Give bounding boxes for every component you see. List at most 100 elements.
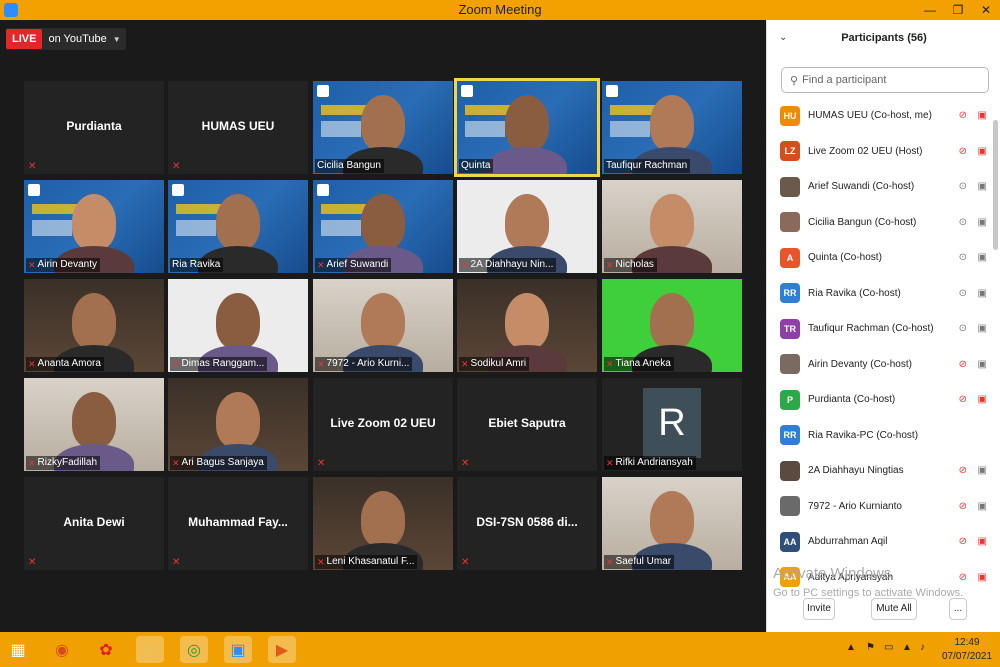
- firefox-icon[interactable]: ◉: [48, 636, 76, 663]
- video-tile[interactable]: ✕ Nicholas: [602, 180, 742, 273]
- mic-muted-icon[interactable]: ⊘: [959, 536, 967, 547]
- zoom-icon[interactable]: ▣: [224, 636, 252, 663]
- close-button[interactable]: ✕: [972, 0, 1000, 20]
- camera-icon[interactable]: ▣: [978, 252, 987, 263]
- camera-icon[interactable]: ▣: [978, 323, 987, 334]
- video-tile[interactable]: ✕ 2A Diahhayu Nin...: [457, 180, 597, 273]
- tile-name: RizkyFadillah: [37, 457, 98, 468]
- more-options-button[interactable]: ...: [949, 598, 967, 620]
- mic-muted-icon[interactable]: ⊘: [959, 572, 967, 583]
- mic-muted-icon[interactable]: ⊘: [959, 146, 967, 157]
- media-player-icon[interactable]: ▶: [268, 636, 296, 663]
- video-tile[interactable]: ✕ RizkyFadillah: [24, 378, 164, 471]
- participant-row[interactable]: HU HUMAS UEU (Co-host, me) ⊘ ▣: [767, 98, 993, 134]
- video-tile[interactable]: R ✕ Rifki Andriansyah: [602, 378, 742, 471]
- participant-row[interactable]: TR Taufiqur Rachman (Co-host) ⊙ ▣: [767, 311, 993, 347]
- slide-element: [172, 184, 184, 196]
- mic-icon[interactable]: ⊙: [959, 288, 967, 299]
- participant-row[interactable]: P Purdianta (Co-host) ⊘ ▣: [767, 382, 993, 418]
- tile-name: Ari Bagus Sanjaya: [181, 457, 264, 468]
- video-tile[interactable]: ✕ Sodikul Amri: [457, 279, 597, 372]
- camera-off-icon[interactable]: ▣: [978, 110, 987, 121]
- file-explorer-icon[interactable]: ▤: [136, 636, 164, 663]
- participant-row[interactable]: RR Ria Ravika (Co-host) ⊙ ▣: [767, 276, 993, 312]
- chrome-icon[interactable]: ◎: [180, 636, 208, 663]
- participant-row[interactable]: Cicilia Bangun (Co-host) ⊙ ▣: [767, 205, 993, 241]
- tray-chevron-icon[interactable]: ▲: [846, 642, 856, 653]
- muted-mic-icon: ✕: [606, 557, 614, 567]
- participant-row[interactable]: 7972 - Ario Kurnianto ⊘ ▣: [767, 489, 993, 525]
- network-icon[interactable]: ▲: [902, 642, 912, 653]
- minimize-button[interactable]: —: [916, 0, 944, 20]
- participant-row[interactable]: Arief Suwandi (Co-host) ⊙ ▣: [767, 169, 993, 205]
- camera-off-icon[interactable]: ▣: [978, 572, 987, 583]
- video-tile[interactable]: Quinta: [454, 78, 600, 177]
- mic-icon[interactable]: ⊙: [959, 252, 967, 263]
- camera-icon[interactable]: ▣: [978, 501, 987, 512]
- battery-icon[interactable]: ▭: [884, 642, 893, 653]
- video-tile[interactable]: ✕ Saeful Umar: [602, 477, 742, 570]
- mute-all-button[interactable]: Mute All: [871, 598, 917, 620]
- participant-row[interactable]: Airin Devanty (Co-host) ⊘ ▣: [767, 347, 993, 383]
- slide-element: [465, 121, 505, 137]
- video-tile[interactable]: Purdianta ✕: [24, 81, 164, 174]
- search-placeholder: Find a participant: [802, 74, 887, 86]
- live-stream-badge[interactable]: LIVE on YouTube ▼: [6, 28, 126, 50]
- video-tile[interactable]: Cicilia Bangun: [313, 81, 453, 174]
- muted-mic-icon: ✕: [172, 359, 180, 369]
- video-tile[interactable]: Live Zoom 02 UEU ✕: [313, 378, 453, 471]
- camera-off-icon[interactable]: ▣: [978, 536, 987, 547]
- video-tile[interactable]: ✕ Tiana Aneka: [602, 279, 742, 372]
- video-tile[interactable]: ✕ Leni Khasanatul F...: [313, 477, 453, 570]
- video-tile[interactable]: ✕ Ananta Amora: [24, 279, 164, 372]
- participant-search-input[interactable]: ⚲ Find a participant: [781, 67, 989, 93]
- participant-row[interactable]: 2A Diahhayu Ningtias ⊘ ▣: [767, 453, 993, 489]
- mic-muted-icon[interactable]: ⊘: [959, 359, 967, 370]
- participant-video: [216, 194, 260, 250]
- video-tile[interactable]: Anita Dewi ✕: [24, 477, 164, 570]
- tile-name: Arief Suwandi: [326, 259, 389, 270]
- participant-row[interactable]: RR Ria Ravika-PC (Co-host): [767, 418, 993, 454]
- mic-icon[interactable]: ⊙: [959, 217, 967, 228]
- video-tile[interactable]: ✕ Ari Bagus Sanjaya: [168, 378, 308, 471]
- mic-muted-icon[interactable]: ⊘: [959, 501, 967, 512]
- camera-off-icon[interactable]: ▣: [978, 394, 987, 405]
- participant-list: HU HUMAS UEU (Co-host, me) ⊘ ▣ LZ Live Zoom 0…: [767, 98, 993, 595]
- camera-icon[interactable]: ▣: [978, 359, 987, 370]
- video-tile[interactable]: Ebiet Saputra ✕: [457, 378, 597, 471]
- mic-icon[interactable]: ⊙: [959, 181, 967, 192]
- tile-name-label: Ria Ravika: [170, 258, 224, 272]
- camera-off-icon[interactable]: ▣: [978, 146, 987, 157]
- video-tile[interactable]: ✕ Arief Suwandi: [313, 180, 453, 273]
- video-tile[interactable]: ✕ 7972 - Ario Kurni...: [313, 279, 453, 372]
- video-tile[interactable]: DSI-7SN 0586 di... ✕: [457, 477, 597, 570]
- tile-name: Ria Ravika: [172, 259, 221, 270]
- invite-button[interactable]: Invite: [803, 598, 835, 620]
- video-tile[interactable]: Muhammad Fay... ✕: [168, 477, 308, 570]
- mic-muted-icon[interactable]: ⊘: [959, 465, 967, 476]
- video-tile[interactable]: Taufiqur Rachman: [602, 81, 742, 174]
- volume-icon[interactable]: ♪: [920, 642, 925, 653]
- participant-row[interactable]: AA Abdurrahman Aqil ⊘ ▣: [767, 524, 993, 560]
- video-tile[interactable]: Ria Ravika: [168, 180, 308, 273]
- mic-muted-icon[interactable]: ⊘: [959, 110, 967, 121]
- camera-icon[interactable]: ▣: [978, 465, 987, 476]
- windows-start-icon[interactable]: ▦: [4, 636, 32, 663]
- notification-icon[interactable]: ⚑: [866, 642, 875, 653]
- app-icon[interactable]: ✿: [92, 636, 120, 663]
- system-clock[interactable]: 12:49 07/07/2021: [940, 636, 994, 664]
- participant-scrollbar[interactable]: [993, 120, 998, 250]
- camera-icon[interactable]: ▣: [978, 181, 987, 192]
- restore-button[interactable]: ❐: [944, 0, 972, 20]
- tile-name-label: ✕ Rifki Andriansyah: [604, 456, 696, 470]
- participant-row[interactable]: LZ Live Zoom 02 UEU (Host) ⊘ ▣: [767, 134, 993, 170]
- camera-icon[interactable]: ▣: [978, 217, 987, 228]
- tile-name-label: Taufiqur Rachman: [604, 159, 691, 173]
- camera-icon[interactable]: ▣: [978, 288, 987, 299]
- video-tile[interactable]: ✕ Dimas Ranggam...: [168, 279, 308, 372]
- mic-icon[interactable]: ⊙: [959, 323, 967, 334]
- video-tile[interactable]: HUMAS UEU ✕: [168, 81, 308, 174]
- video-tile[interactable]: ✕ Airin Devanty: [24, 180, 164, 273]
- mic-muted-icon[interactable]: ⊘: [959, 394, 967, 405]
- participant-row[interactable]: A Quinta (Co-host) ⊙ ▣: [767, 240, 993, 276]
